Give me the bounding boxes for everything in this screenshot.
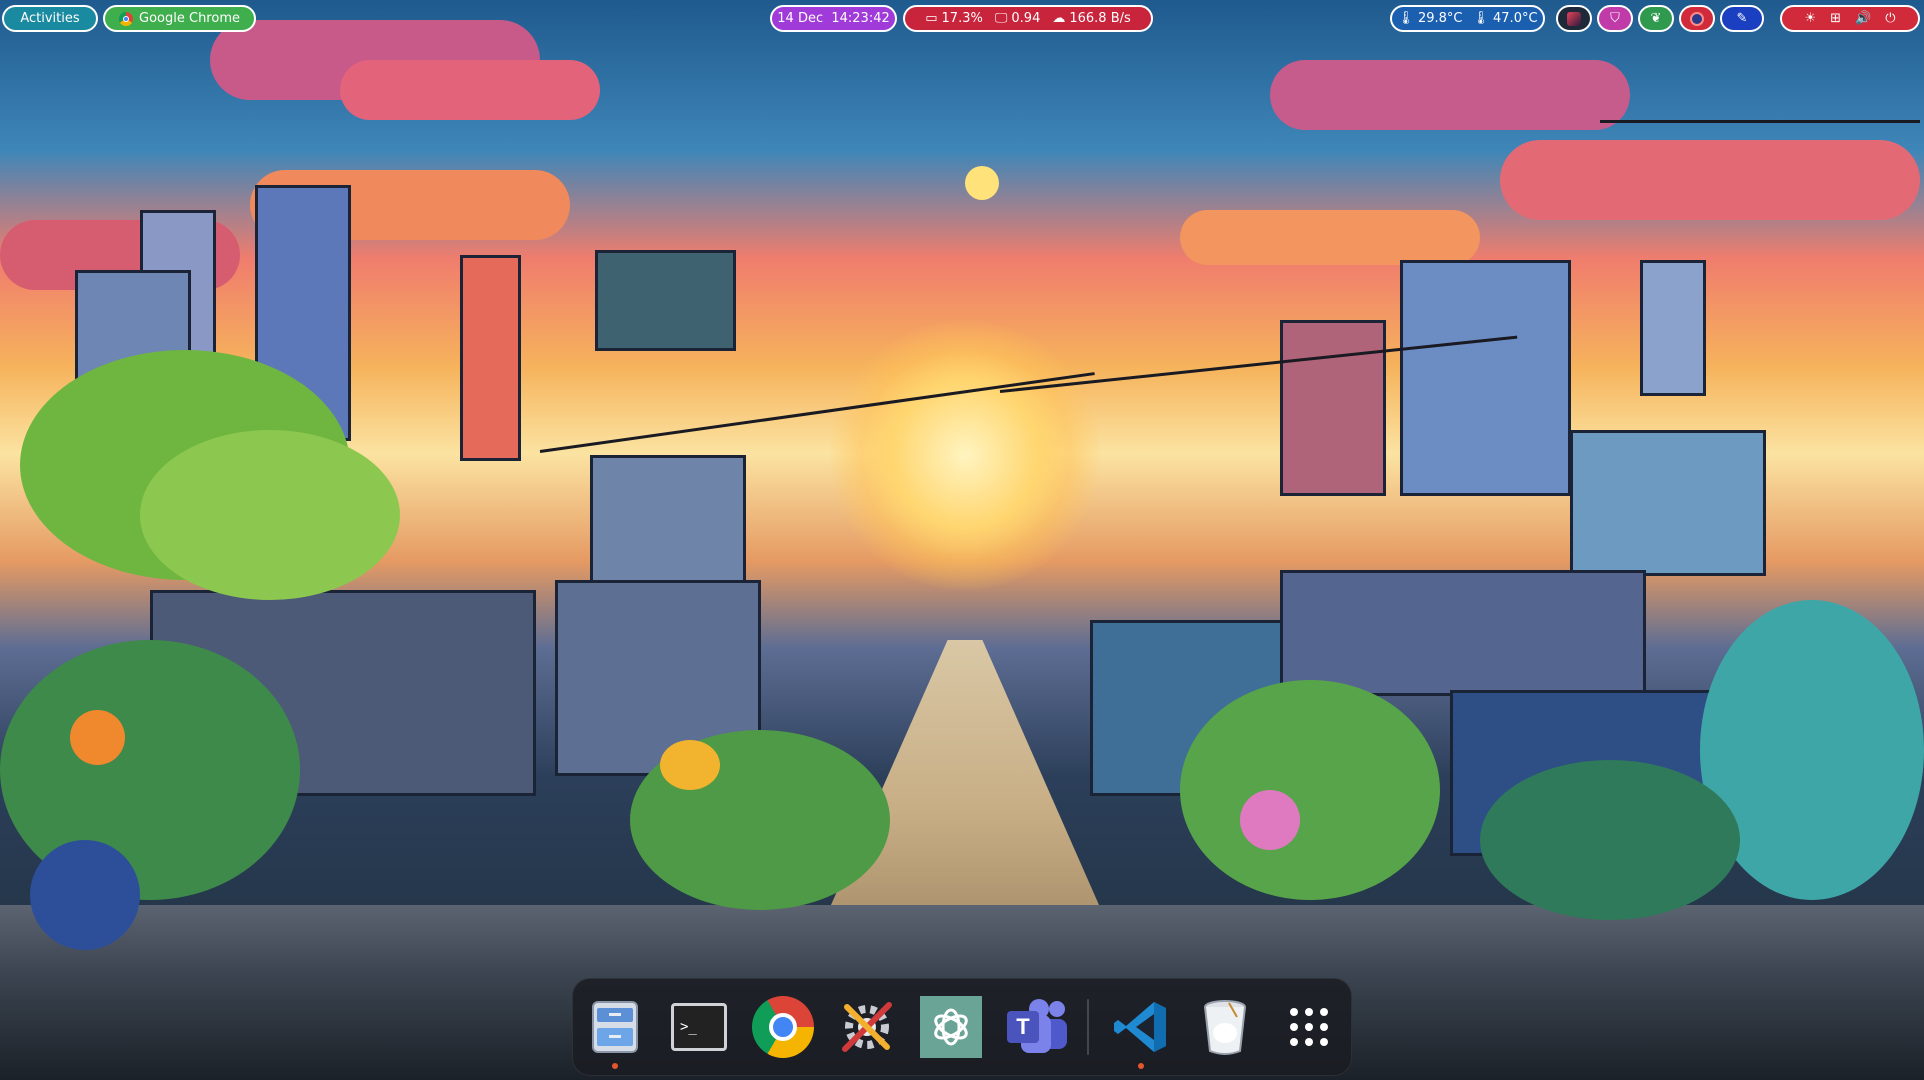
tools-icon [842, 1002, 892, 1052]
dock-microsoft-teams[interactable]: T [1003, 995, 1067, 1059]
dock: >_ T [572, 978, 1352, 1076]
cpu-value: 17.3% [941, 11, 983, 26]
volume-icon: 🔊 [1855, 11, 1872, 26]
datetime-label: 14 Dec 14:23:42 [777, 11, 890, 26]
dock-show-applications[interactable] [1277, 995, 1341, 1059]
load-value: 0.94 [1011, 11, 1041, 26]
pen-icon: ✎ [1736, 11, 1748, 26]
temp1-value: 29.8°C [1417, 11, 1463, 26]
terminal-prompt: >_ [680, 1019, 697, 1035]
vscode-icon [1114, 1002, 1166, 1052]
dock-google-chrome[interactable] [751, 995, 815, 1059]
tray-app-button[interactable] [1556, 5, 1592, 32]
terminal-icon: >_ [671, 1003, 727, 1051]
dock-chatgpt[interactable] [919, 995, 983, 1059]
power-icon: ⏻ [1885, 11, 1896, 26]
active-app-label: Google Chrome [139, 11, 240, 26]
network-value: 166.8 B/s [1069, 11, 1131, 26]
datetime-button[interactable]: 14 Dec 14:23:42 [770, 5, 897, 32]
record-icon [1690, 11, 1704, 26]
chatgpt-icon [920, 996, 982, 1058]
dock-separator [1087, 999, 1089, 1055]
dock-settings-tools[interactable] [835, 995, 899, 1059]
activities-button[interactable]: Activities [2, 5, 98, 32]
shield-icon: ⛉ [1610, 11, 1620, 26]
app-grid-icon [1290, 1008, 1328, 1046]
top-bar: Activities Google Chrome 14 Dec 14:23:42… [0, 0, 1924, 38]
shield-button[interactable]: ⛉ [1597, 5, 1633, 32]
running-indicator [612, 1063, 618, 1069]
activities-label: Activities [20, 11, 80, 26]
network-icon: ⊞ [1830, 11, 1842, 26]
active-app-menu[interactable]: Google Chrome [103, 5, 256, 32]
thermometer-icon: 🌡 [1472, 11, 1490, 26]
desktop[interactable]: Activities Google Chrome 14 Dec 14:23:42… [0, 0, 1924, 1080]
dock-trash[interactable] [1193, 995, 1257, 1059]
leaf-icon: ❦ [1650, 11, 1662, 26]
cpu-icon: ▭ [925, 11, 938, 26]
monitor-icon: 🖵 [994, 11, 1008, 26]
cloud-download-icon: ☁ [1052, 11, 1066, 26]
running-indicator [1138, 1063, 1144, 1069]
file-cabinet-icon [592, 1001, 638, 1053]
thermometer-icon: 🌡 [1397, 11, 1414, 26]
brightness-icon: ☀ [1804, 11, 1817, 26]
chrome-icon [119, 11, 134, 26]
leaf-button[interactable]: ❦ [1638, 5, 1674, 32]
system-menu-button[interactable]: ☀ ⊞ 🔊 ⏻ [1780, 5, 1920, 32]
dock-files[interactable] [583, 995, 647, 1069]
record-button[interactable] [1679, 5, 1715, 32]
teams-icon: T [1003, 999, 1067, 1055]
temp2-value: 47.0°C [1493, 11, 1538, 26]
dock-terminal[interactable]: >_ [667, 995, 731, 1059]
trash-icon [1204, 1000, 1246, 1055]
tray-app-icon [1567, 11, 1581, 26]
pen-button[interactable]: ✎ [1720, 5, 1764, 32]
teams-letter: T [1016, 1014, 1030, 1039]
chrome-icon [752, 996, 814, 1058]
temperature-button[interactable]: 🌡 29.8°C 🌡 47.0°C [1390, 5, 1545, 32]
system-stats-button[interactable]: ▭ 17.3% 🖵 0.94 ☁ 166.8 B/s [903, 5, 1153, 32]
dock-visual-studio-code[interactable] [1109, 995, 1173, 1069]
